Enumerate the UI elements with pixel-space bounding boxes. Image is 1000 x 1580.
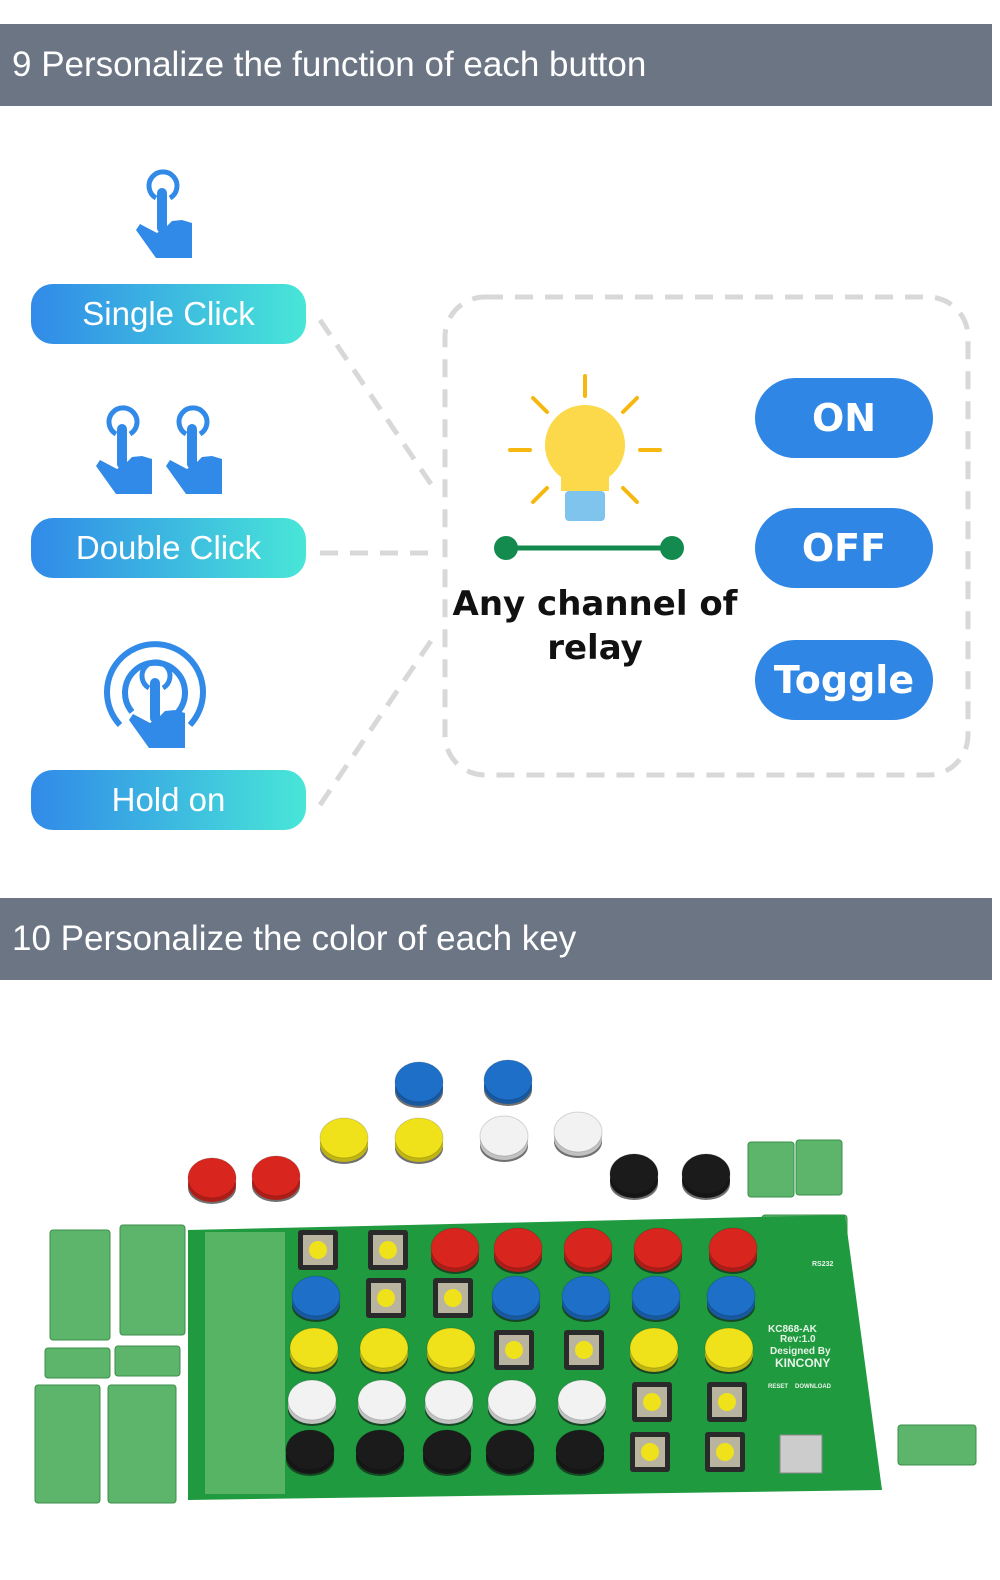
key-white xyxy=(424,1379,474,1426)
loose-cap-black xyxy=(609,1153,659,1200)
terminal-block xyxy=(119,1224,186,1336)
key-white xyxy=(357,1379,407,1426)
loose-cap-red xyxy=(251,1155,301,1202)
double-click-label: Double Click xyxy=(31,518,306,578)
key-black xyxy=(485,1429,535,1476)
terminal-block xyxy=(114,1345,181,1377)
usb-port xyxy=(779,1434,823,1474)
key-white xyxy=(557,1379,607,1426)
loose-cap-white xyxy=(479,1115,529,1162)
relay-label: Any channel of relay xyxy=(452,584,738,668)
key-tactile xyxy=(368,1230,408,1270)
single-click-label: Single Click xyxy=(31,284,306,344)
state-off: OFF xyxy=(755,508,933,588)
key-yellow xyxy=(359,1327,409,1374)
key-red xyxy=(430,1227,480,1274)
key-black xyxy=(422,1429,472,1476)
terminal-block xyxy=(747,1141,795,1198)
key-tactile xyxy=(298,1230,338,1270)
key-white xyxy=(287,1379,337,1426)
key-red xyxy=(563,1227,613,1274)
key-tactile xyxy=(630,1432,670,1472)
keypad-board-photo: KC868-AK Rev:1.0 Designed By KINCONY RS2… xyxy=(34,1059,977,1504)
loose-cap-white xyxy=(553,1111,603,1158)
section-10-header: 10 Personalize the color of each key xyxy=(0,898,992,980)
key-black xyxy=(555,1429,605,1476)
key-yellow xyxy=(704,1327,754,1374)
key-tactile xyxy=(707,1382,747,1422)
hold-press-hand-icon xyxy=(104,641,206,748)
key-tactile xyxy=(705,1432,745,1472)
double-tap-hand-icon xyxy=(166,408,222,494)
terminal-block xyxy=(107,1384,177,1504)
board-download: DOWNLOAD xyxy=(795,1384,832,1390)
loose-cap-yellow xyxy=(319,1117,369,1164)
key-tactile xyxy=(494,1330,534,1370)
terminal-block xyxy=(34,1384,101,1504)
key-tactile xyxy=(366,1278,406,1318)
key-blue xyxy=(706,1275,756,1322)
terminal-block xyxy=(795,1139,843,1196)
key-red xyxy=(493,1227,543,1274)
terminal-block xyxy=(49,1229,111,1341)
key-yellow xyxy=(289,1327,339,1374)
key-red xyxy=(633,1227,683,1274)
key-yellow xyxy=(426,1327,476,1374)
light-bulb-icon xyxy=(508,374,662,521)
board-port: RS232 xyxy=(812,1261,834,1268)
board-reset: RESET xyxy=(768,1384,788,1390)
loose-cap-black xyxy=(681,1153,731,1200)
key-tactile xyxy=(564,1330,604,1370)
terminal-block xyxy=(897,1424,977,1466)
key-tactile xyxy=(433,1278,473,1318)
relay-switch-icon xyxy=(494,536,684,560)
key-blue xyxy=(561,1275,611,1322)
terminal-block xyxy=(44,1347,111,1379)
hold-on-label: Hold on xyxy=(31,770,306,830)
key-white xyxy=(487,1379,537,1426)
loose-cap-blue xyxy=(394,1061,444,1108)
state-toggle: Toggle xyxy=(755,640,933,720)
key-blue xyxy=(491,1275,541,1322)
loose-cap-yellow xyxy=(394,1117,444,1164)
single-tap-hand-icon xyxy=(136,172,192,258)
state-on: ON xyxy=(755,378,933,458)
key-blue xyxy=(291,1275,341,1322)
board-terminal-strip xyxy=(205,1232,285,1494)
key-tactile xyxy=(632,1382,672,1422)
double-tap-hand-icon xyxy=(96,408,152,494)
key-yellow xyxy=(629,1327,679,1374)
key-black xyxy=(355,1429,405,1476)
board-brand: KINCONY xyxy=(775,1356,830,1370)
key-blue xyxy=(631,1275,681,1322)
loose-cap-blue xyxy=(483,1059,533,1106)
board-rev: Rev:1.0 xyxy=(780,1334,816,1345)
loose-cap-red xyxy=(187,1157,237,1204)
key-black xyxy=(285,1429,335,1476)
key-red xyxy=(708,1227,758,1274)
